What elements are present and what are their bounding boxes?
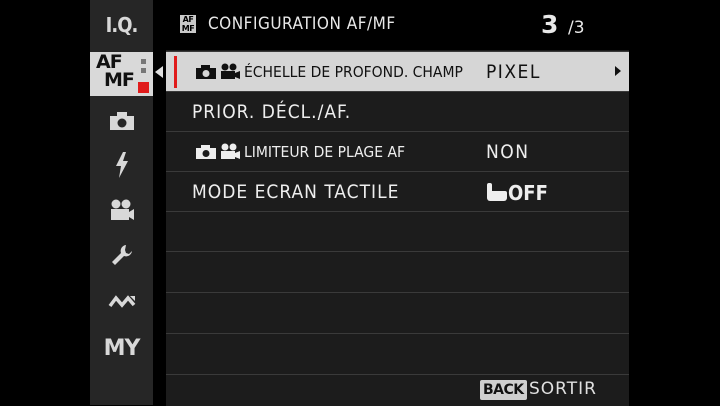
- menu-row-label: MODE ECRAN TACTILE: [192, 181, 400, 203]
- exit-label: SORTIR: [529, 379, 597, 399]
- menu-footer: BACK SORTIR: [166, 374, 629, 406]
- sidebar-item-label: MY: [103, 335, 141, 361]
- page-total: /3: [568, 18, 585, 38]
- sidebar-item-flash[interactable]: [90, 150, 153, 180]
- menu-header: AF MF CONFIGURATION AF/MF 3 /3: [166, 0, 629, 50]
- menu-row-depth-of-field-scale[interactable]: ÉCHELLE DE PROFOND. CHAMP PIXEL: [166, 51, 629, 91]
- menu-row-label: ÉCHELLE DE PROFOND. CHAMP: [244, 63, 463, 81]
- menu-row-empty: [166, 251, 629, 291]
- page-title: CONFIGURATION AF/MF: [208, 14, 396, 34]
- menu-row-empty: [166, 333, 629, 373]
- menu-row-touch-screen-mode[interactable]: MODE ECRAN TACTILE OFF: [166, 171, 629, 211]
- selection-indicator: [174, 56, 177, 88]
- camera-icon: [196, 145, 216, 159]
- back-key-icon[interactable]: BACK: [480, 380, 527, 400]
- movie-camera-icon: [221, 143, 240, 159]
- menu-row-release-focus-priority[interactable]: PRIOR. DÉCL./AF.: [166, 91, 629, 131]
- sidebar-item-my-menu[interactable]: MY: [90, 330, 153, 366]
- camera-icon: [109, 112, 134, 130]
- chevron-right-icon: [615, 66, 621, 76]
- af-mf-logo-icon: AF MF: [180, 15, 196, 33]
- flash-icon: [115, 152, 128, 178]
- menu-row-empty: [166, 292, 629, 332]
- selected-tab-arrow-icon: [155, 66, 163, 78]
- sidebar-item-image-quality[interactable]: I.Q.: [90, 8, 153, 42]
- menu-row-value: NON: [486, 141, 530, 163]
- menu-row-value: PIXEL: [486, 61, 541, 83]
- sidebar-item-setup[interactable]: [90, 240, 153, 270]
- menu-row-af-range-limiter[interactable]: LIMITEUR DE PLAGE AF NON: [166, 131, 629, 171]
- sidebar-item-connection[interactable]: [90, 290, 153, 314]
- page-number: 3: [541, 10, 559, 39]
- menu-row-empty: [166, 211, 629, 251]
- current-page-marker: [138, 82, 149, 93]
- wrench-icon: [111, 245, 132, 265]
- sidebar-item-movie[interactable]: [90, 196, 153, 224]
- menu-sidebar: I.Q. AF MF MY: [90, 0, 163, 405]
- sidebar-item-shooting[interactable]: [90, 108, 153, 134]
- connection-icon: [108, 295, 135, 308]
- sidebar-item-label: MF: [104, 69, 135, 91]
- sidebar-item-label: I.Q.: [105, 13, 139, 37]
- menu-panel: AF MF CONFIGURATION AF/MF 3 /3 ÉCHELLE D…: [166, 0, 629, 406]
- page-dots-icon: [141, 59, 146, 77]
- menu-row-value: OFF: [508, 181, 548, 205]
- camera-icon: [196, 65, 216, 79]
- sidebar-item-af-mf[interactable]: AF MF: [90, 52, 153, 96]
- menu-row-label: LIMITEUR DE PLAGE AF: [244, 143, 406, 161]
- touch-hand-icon: [487, 183, 507, 201]
- menu-row-label: PRIOR. DÉCL./AF.: [192, 101, 352, 123]
- movie-camera-icon: [221, 63, 240, 79]
- movie-camera-icon: [110, 199, 134, 220]
